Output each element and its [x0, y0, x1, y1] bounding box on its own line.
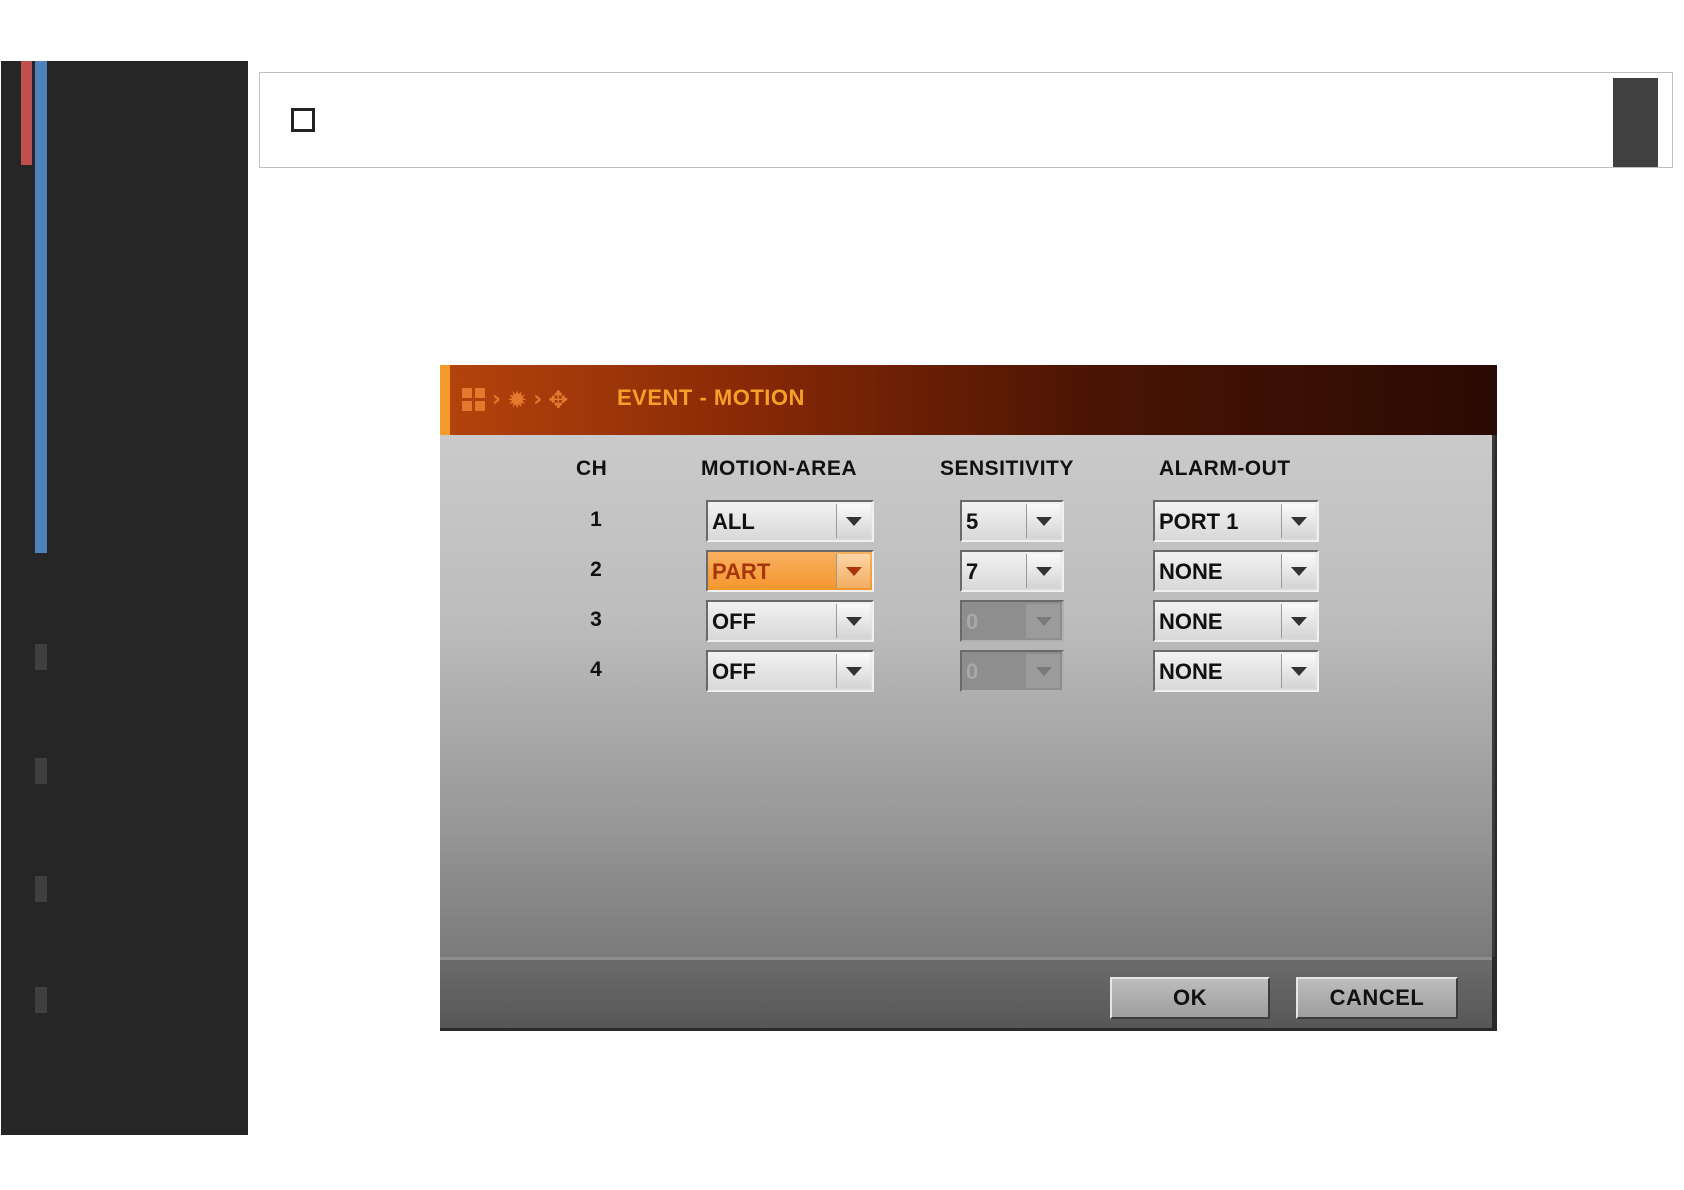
sensitivity-select[interactable]: 7 [960, 550, 1064, 592]
dialog-body: CH MOTION-AREA SENSITIVITY ALARM-OUT 1 A… [440, 435, 1495, 957]
dropdown-arrow-icon[interactable] [836, 604, 870, 638]
left-sidebar [1, 61, 248, 1135]
dropdown-arrow-icon[interactable] [1026, 504, 1060, 538]
select-value: 0 [966, 659, 979, 684]
channel-number: 1 [590, 508, 602, 531]
dropdown-arrow-icon[interactable] [836, 554, 870, 588]
channel-number: 3 [590, 608, 602, 631]
dropdown-arrow-icon[interactable] [1281, 504, 1315, 538]
checkbox-icon[interactable] [291, 108, 315, 132]
dialog-header: › ✹ › ✥ EVENT - MOTION [440, 365, 1497, 435]
column-header-ch: CH [576, 457, 608, 480]
select-value: PORT 1 [1159, 509, 1239, 534]
column-header-sensitivity: SENSITIVITY [940, 457, 1074, 480]
dropdown-arrow-icon [1026, 604, 1060, 638]
progress-bar-red [21, 61, 32, 165]
alarm-out-select[interactable]: NONE [1153, 550, 1319, 592]
select-value: NONE [1159, 659, 1223, 684]
sensitivity-select: 0 [960, 600, 1064, 642]
sidebar-marker[interactable] [35, 876, 47, 902]
alarm-out-select[interactable]: NONE [1153, 650, 1319, 692]
dropdown-arrow-icon[interactable] [1026, 554, 1060, 588]
motion-area-select[interactable]: ALL [706, 500, 874, 542]
ok-button[interactable]: OK [1110, 977, 1270, 1019]
header-accent [440, 365, 450, 435]
event-motion-dialog: › ✹ › ✥ EVENT - MOTION CH MOTION-AREA SE… [440, 365, 1497, 1031]
sidebar-marker[interactable] [35, 987, 47, 1013]
dialog-title: EVENT - MOTION [617, 385, 805, 410]
title-tab [1613, 78, 1658, 167]
sensitivity-select: 0 [960, 650, 1064, 692]
title-box [259, 72, 1673, 168]
move-icon: ✥ [548, 386, 569, 414]
chevron-right-icon: › [533, 387, 543, 412]
dropdown-arrow-icon[interactable] [1281, 554, 1315, 588]
select-value: PART [712, 559, 771, 584]
dropdown-arrow-icon[interactable] [836, 504, 870, 538]
select-value: 0 [966, 609, 979, 634]
dropdown-arrow-icon [1026, 654, 1060, 688]
dropdown-arrow-icon[interactable] [836, 654, 870, 688]
sensitivity-select[interactable]: 5 [960, 500, 1064, 542]
alarm-out-select[interactable]: PORT 1 [1153, 500, 1319, 542]
alarm-out-select[interactable]: NONE [1153, 600, 1319, 642]
select-value: OFF [712, 659, 756, 684]
sidebar-marker[interactable] [35, 758, 47, 784]
motion-area-select[interactable]: OFF [706, 650, 874, 692]
motion-area-select[interactable]: OFF [706, 600, 874, 642]
gear-icon: ✹ [507, 386, 528, 414]
column-header-alarm-out: ALARM-OUT [1159, 457, 1291, 480]
channel-number: 4 [590, 658, 602, 681]
select-value: 5 [966, 509, 979, 534]
select-value: 7 [966, 559, 979, 584]
cancel-button[interactable]: CANCEL [1296, 977, 1458, 1019]
channel-number: 2 [590, 558, 602, 581]
select-value: OFF [712, 609, 756, 634]
select-value: NONE [1159, 559, 1223, 584]
motion-area-select[interactable]: PART [706, 550, 874, 592]
chevron-right-icon: › [492, 387, 502, 412]
select-value: ALL [712, 509, 755, 534]
dropdown-arrow-icon[interactable] [1281, 604, 1315, 638]
breadcrumb: › ✹ › ✥ [462, 383, 568, 417]
progress-bar-blue [35, 61, 47, 553]
grid-icon [462, 388, 486, 412]
column-header-motion-area: MOTION-AREA [701, 457, 857, 480]
sidebar-marker[interactable] [35, 644, 47, 670]
select-value: NONE [1159, 609, 1223, 634]
dropdown-arrow-icon[interactable] [1281, 654, 1315, 688]
